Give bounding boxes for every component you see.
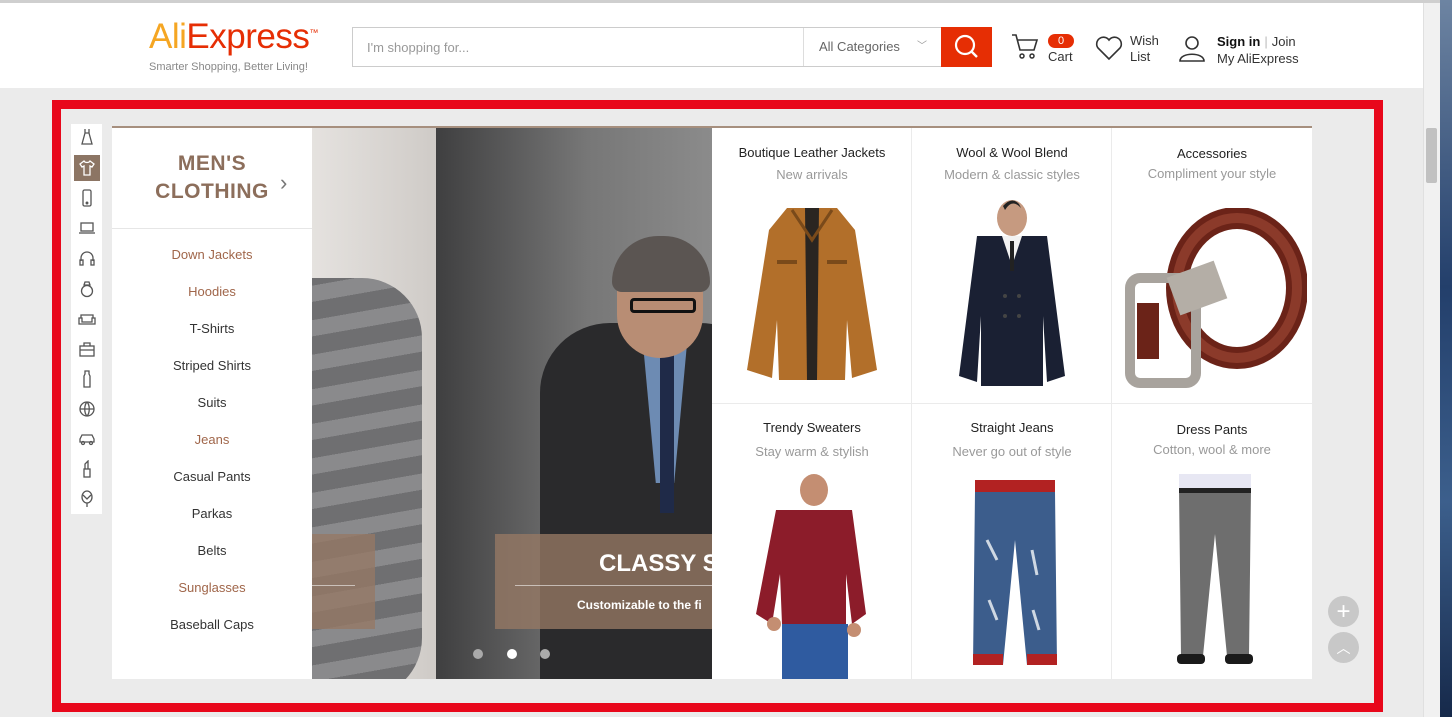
subcategory-link[interactable]: Baseball Caps: [112, 616, 312, 653]
coat-image: [959, 200, 1065, 386]
divider: [515, 585, 712, 586]
subcategory-list: Down Jackets Hoodies T-Shirts Striped Shirt…: [112, 246, 312, 653]
chevron-down-icon: ﹀: [917, 41, 927, 52]
sweater-image: [756, 474, 866, 679]
tie-image: [660, 343, 674, 513]
divider: [112, 228, 312, 229]
lipstick-icon[interactable]: [74, 456, 100, 482]
carousel-dot-active[interactable]: [507, 649, 517, 659]
hero-caption: CLASSY SU Customizable to the fi: [495, 534, 712, 629]
bottle-icon[interactable]: [74, 366, 100, 392]
phone-icon[interactable]: [74, 185, 100, 211]
sofa-icon[interactable]: [74, 306, 100, 332]
cart-button[interactable]: [1010, 32, 1040, 67]
product-title: Wool & Wool Blend: [956, 145, 1068, 160]
product-title: Straight Jeans: [970, 420, 1054, 435]
separator: |: [1264, 34, 1268, 49]
subcategory-link[interactable]: T-Shirts: [112, 320, 312, 357]
product-card[interactable]: Accessories Compliment your style: [1112, 128, 1312, 404]
heart-icon[interactable]: [1094, 34, 1124, 62]
subcategory-link[interactable]: Jeans: [112, 431, 312, 468]
headphones-icon[interactable]: [74, 245, 100, 271]
carousel-dot[interactable]: [473, 649, 483, 659]
expand-button[interactable]: +: [1328, 596, 1359, 627]
desktop-background-strip: [1440, 0, 1452, 717]
shirt-icon[interactable]: [74, 155, 100, 181]
page-scrollbar[interactable]: [1423, 3, 1440, 717]
search-input[interactable]: [353, 28, 803, 66]
jeans-image: [973, 480, 1057, 665]
carousel-dot[interactable]: [540, 649, 550, 659]
subcategory-link[interactable]: Hoodies: [112, 283, 312, 320]
site-header: AliExpress™ Smarter Shopping, Better Liv…: [0, 3, 1423, 88]
cart-icon: [1012, 34, 1039, 59]
product-subtitle: Never go out of style: [952, 444, 1072, 459]
pants-image: [1177, 474, 1253, 664]
join-link[interactable]: Join: [1272, 34, 1296, 49]
belt-image: [1125, 208, 1307, 388]
product-title: Accessories: [1176, 146, 1248, 161]
plus-icon: +: [1336, 597, 1351, 625]
product-card[interactable]: Dress Pants Cotton, wool & more: [1112, 404, 1312, 680]
sign-in-link[interactable]: Sign in: [1217, 34, 1260, 49]
category-menu: MEN'S CLOTHING › Down Jackets Hoodies T-Shi…: [112, 128, 312, 679]
ball-icon[interactable]: [74, 396, 100, 422]
car-icon[interactable]: [74, 426, 100, 452]
product-card[interactable]: Trendy Sweaters Stay warm & stylish: [712, 404, 912, 680]
product-title: Dress Pants: [1176, 422, 1248, 437]
dress-icon[interactable]: [74, 124, 100, 150]
search-icon: [954, 34, 978, 58]
product-subtitle: Stay warm & stylish: [755, 444, 869, 459]
wish-list-link[interactable]: Wish List: [1130, 33, 1159, 65]
my-aliexpress-link[interactable]: My AliExpress: [1217, 51, 1299, 66]
glasses-image: [630, 298, 696, 313]
chevron-up-icon: ︿: [1336, 639, 1351, 656]
subcategory-link[interactable]: Casual Pants: [112, 468, 312, 505]
category-select[interactable]: All Categories ﹀: [803, 28, 941, 66]
back-to-top-button[interactable]: ︿: [1328, 632, 1359, 663]
subcategory-link[interactable]: Striped Shirts: [112, 357, 312, 394]
product-subtitle: Cotton, wool & more: [1153, 442, 1271, 457]
product-title: Boutique Leather Jackets: [738, 145, 886, 160]
jacket-image: [747, 208, 877, 380]
balloon-icon[interactable]: [74, 486, 100, 512]
product-subtitle: New arrivals: [776, 167, 848, 182]
subcategory-link[interactable]: Parkas: [112, 505, 312, 542]
hero-banner[interactable]: CLASSY SU Customizable to the fi: [312, 128, 712, 679]
search-bar: All Categories ﹀: [352, 27, 992, 67]
product-grid: Boutique Leather Jackets New arrivals Wo…: [712, 128, 1312, 680]
aliexpress-logo[interactable]: AliExpress™: [149, 17, 318, 57]
previous-caption-box: [312, 534, 375, 629]
subcategory-link[interactable]: Suits: [112, 394, 312, 431]
scrollbar-thumb[interactable]: [1426, 128, 1437, 183]
user-icon[interactable]: [1177, 33, 1207, 63]
hero-caption-subtitle: Customizable to the fi: [577, 598, 702, 612]
subcategory-link[interactable]: Sunglasses: [112, 579, 312, 616]
ring-icon[interactable]: [74, 276, 100, 302]
product-card[interactable]: Wool & Wool Blend Modern & classic style…: [912, 128, 1112, 404]
subcategory-link[interactable]: Belts: [112, 542, 312, 579]
cart-count-badge: 0: [1048, 34, 1074, 48]
category-icon-rail: [71, 124, 102, 514]
logo-tagline: Smarter Shopping, Better Living!: [149, 61, 308, 73]
laptop-icon[interactable]: [74, 215, 100, 241]
product-card[interactable]: Boutique Leather Jackets New arrivals: [712, 128, 912, 404]
hero-caption-title: CLASSY SU: [599, 550, 712, 577]
chevron-right-icon[interactable]: ›: [280, 170, 287, 196]
subcategory-link[interactable]: Down Jackets: [112, 246, 312, 283]
product-subtitle: Modern & classic styles: [944, 167, 1080, 182]
product-subtitle: Compliment your style: [1147, 166, 1277, 181]
cart-label[interactable]: Cart: [1048, 49, 1073, 64]
product-card[interactable]: Straight Jeans Never go out of style: [912, 404, 1112, 680]
account-links: Sign in | Join My AliExpress: [1217, 33, 1299, 67]
product-title: Trendy Sweaters: [763, 420, 861, 435]
search-button[interactable]: [941, 27, 992, 67]
briefcase-icon[interactable]: [74, 336, 100, 362]
